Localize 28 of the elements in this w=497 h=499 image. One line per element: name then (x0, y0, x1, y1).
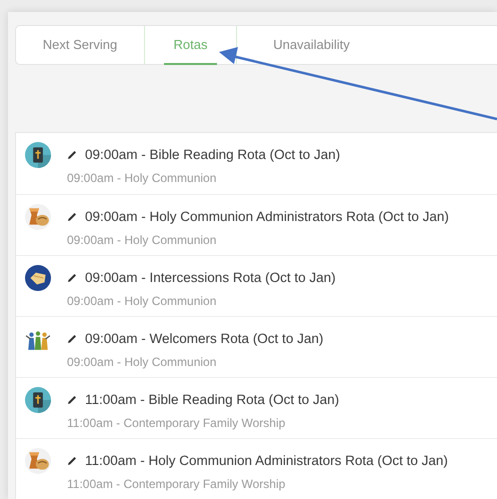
rota-row[interactable]: 11:00am - Bible Reading Rota (Oct to Jan) 11:00am - Contemporary Family Worship (16, 377, 497, 438)
bible-icon (25, 387, 51, 413)
rota-title: 09:00am - Holy Communion Administrators Rota (Oct to Jan) (85, 208, 449, 226)
service-name: 09:00am - Holy Communion (67, 354, 218, 372)
pencil-icon[interactable] (67, 456, 77, 466)
rota-title: 09:00am - Intercessions Rota (Oct to Jan) (85, 269, 336, 287)
rota-row[interactable]: 09:00am - Bible Reading Rota (Oct to Jan) 09:00am - Holy Communion (16, 133, 497, 194)
chalice-and-bread-icon (25, 448, 51, 474)
pencil-icon[interactable] (67, 395, 77, 406)
service-name: 09:00am - Holy Communion (67, 293, 218, 310)
pencil-icon[interactable] (67, 334, 77, 344)
pencil-icon[interactable] (67, 212, 77, 222)
service-name: 11:00am - Contemporary Family Worship (67, 476, 286, 494)
rota-title: 09:00am - Bible Reading Rota (Oct to Jan) (85, 146, 340, 164)
bible-icon (25, 142, 51, 168)
service-name: 09:00am - Holy Communion (67, 170, 218, 188)
service-name: 11:00am - Contemporary Family Worship (67, 415, 286, 432)
service-name: 09:00am - Holy Communion (67, 232, 218, 250)
rota-row[interactable]: 09:00am - Holy Communion Administrators Rota (Oct to Jan) 09:00am - Holy Communion (16, 194, 497, 255)
chalice-and-bread-icon (25, 204, 51, 230)
rota-row[interactable]: 09:00am - Welcomers Rota (Oct to Jan) 09:00am - Holy Communion (16, 316, 497, 377)
rota-title: 11:00am - Bible Reading Rota (Oct to Jan) (85, 391, 340, 409)
pencil-icon[interactable] (67, 150, 77, 160)
pencil-icon[interactable] (67, 273, 77, 284)
rota-row[interactable]: 11:00am - Holy Communion Administrators Rota (Oct to Jan) 11:00am - Contemporary Family Worship (16, 438, 497, 499)
rota-row[interactable]: 09:00am - Intercessions Rota (Oct to Jan) 09:00am - Holy Communion (16, 255, 497, 316)
rota-title: 09:00am - Welcomers Rota (Oct to Jan) (85, 330, 324, 348)
rota-title: 11:00am - Holy Communion Administrators Rota (Oct to Jan) (85, 452, 448, 470)
